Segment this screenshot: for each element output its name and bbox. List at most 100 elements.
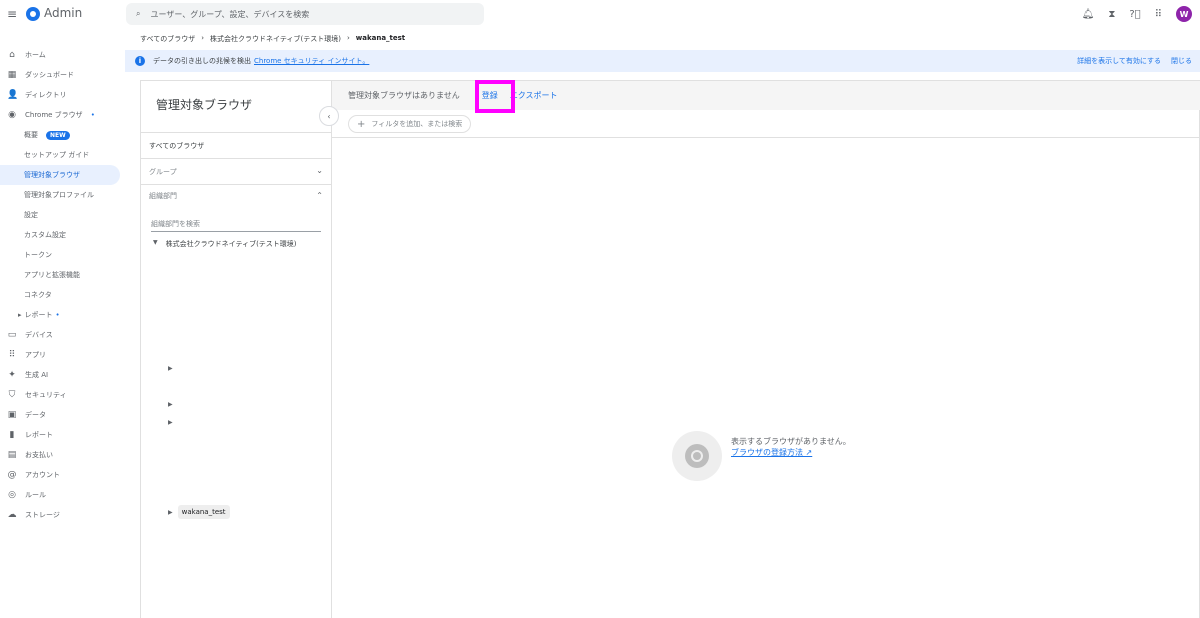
sidebar-item[interactable]: ⠿ アプリ <box>0 345 120 365</box>
sidebar-item[interactable]: ▸ レポート • <box>0 305 120 325</box>
caret-down-icon[interactable]: ▼ <box>153 239 158 249</box>
sidebar-item-label: データ <box>25 411 46 419</box>
sidebar-item[interactable]: ⛉ セキュリティ <box>0 385 120 405</box>
sidebar-item-label: セキュリティ <box>25 391 67 399</box>
highlight-box <box>475 80 515 113</box>
sidebar-item[interactable]: ✦ 生成 AI <box>0 365 120 385</box>
chrome-icon <box>672 431 722 481</box>
sidebar-icon: ▣ <box>7 410 17 420</box>
breadcrumb: すべてのブラウザ › 株式会社クラウドネイティブ(テスト環境) › wakana_t… <box>140 34 406 44</box>
breadcrumb-current: wakana_test <box>355 34 406 42</box>
sidebar-item-label: 生成 AI <box>25 371 49 379</box>
sidebar-item[interactable]: ▮ レポート <box>0 425 120 445</box>
breadcrumb-item[interactable]: すべてのブラウザ <box>140 34 195 44</box>
search-placeholder: ユーザー、グループ、設定、デバイスを検索 <box>150 9 310 19</box>
sidebar-icon: ⌂ <box>9 50 15 60</box>
groups-section[interactable]: グループ <box>149 167 177 177</box>
collapse-panel-button[interactable]: ‹ <box>319 106 339 126</box>
sidebar-item[interactable]: 管理対象プロファイル <box>0 185 120 205</box>
filter-input[interactable]: + フィルタを追加、または検索 <box>348 115 472 133</box>
caret-right-icon[interactable]: ▶ <box>168 401 173 408</box>
new-badge: NEW <box>46 130 70 140</box>
export-button[interactable]: エクスポート <box>510 90 558 101</box>
menu-icon[interactable]: ≡ <box>7 7 17 21</box>
selected-node-label: wakana_test <box>177 505 230 519</box>
sidebar-item[interactable]: ▦ ダッシュボード <box>0 65 120 85</box>
sidebar-item[interactable]: ◉ Chrome ブラウザ • <box>0 105 120 125</box>
app-title[interactable]: Admin <box>44 6 82 20</box>
sidebar-icon: ☁ <box>7 510 17 520</box>
sidebar-item-label: アプリ <box>25 351 46 359</box>
hourglass-icon[interactable]: ⧗ <box>1108 9 1115 20</box>
sidebar-icon: @ <box>7 470 17 480</box>
sidebar-item-label: ディレクトリ <box>25 91 67 99</box>
banner-details-button[interactable]: 詳細を表示して有効にする <box>1077 56 1161 66</box>
apps-grid-icon[interactable]: ⠿ <box>1155 9 1162 20</box>
sidebar-item[interactable]: アプリと拡張機能 <box>0 265 120 285</box>
panel-title: 管理対象ブラウザ <box>156 98 253 112</box>
caret-right-icon[interactable]: ▸ <box>18 311 22 319</box>
results-header: 管理対象ブラウザはありません 登録 エクスポート <box>332 81 1200 110</box>
empty-state: 表示するブラウザがありません。 ブラウザの登録方法 ↗ <box>672 431 856 481</box>
sidebar-item[interactable]: 概要 NEW <box>0 125 120 145</box>
chevron-up-icon[interactable]: ⌃ <box>316 191 323 200</box>
sidebar-item[interactable]: ◎ ルール <box>0 485 120 505</box>
caret-right-icon[interactable]: ▶ <box>168 365 173 372</box>
sidebar-item[interactable]: カスタム設定 <box>0 225 120 245</box>
sidebar-item-label: アカウント <box>25 471 60 479</box>
sidebar-icon: ▦ <box>7 70 17 80</box>
info-icon: i <box>135 56 145 66</box>
sidebar-item[interactable]: トークン <box>0 245 120 265</box>
help-icon[interactable]: ?⃝ <box>1129 9 1140 20</box>
dot-indicator: • <box>90 111 95 119</box>
sidebar-item-label: アプリと拡張機能 <box>24 271 80 279</box>
tree-root[interactable]: ▼ 株式会社クラウドネイティブ(テスト環境) <box>153 239 297 249</box>
sidebar-item[interactable]: ⌂ ホーム <box>0 45 120 65</box>
banner-link[interactable]: Chrome セキュリティ インサイト。 <box>254 56 369 66</box>
sidebar-icon: ▤ <box>7 450 17 460</box>
register-help-link[interactable]: ブラウザの登録方法 ↗ <box>731 448 812 457</box>
sidebar-icon: ⠿ <box>8 350 16 360</box>
sidebar-item[interactable]: 👤 ディレクトリ <box>0 85 120 105</box>
sidebar-item[interactable]: セットアップ ガイド <box>0 145 120 165</box>
avatar[interactable]: W <box>1176 6 1192 22</box>
sidebar-item[interactable]: ▭ デバイス <box>0 325 120 345</box>
sidebar-item-label: 管理対象ブラウザ <box>24 171 80 179</box>
sidebar-item[interactable]: @ アカウント <box>0 465 120 485</box>
sidebar-item[interactable]: ▣ データ <box>0 405 120 425</box>
sidebar-icon: ⛉ <box>8 390 16 400</box>
sidebar-item-label: レポート <box>24 311 53 319</box>
sidebar-item-label: レポート <box>25 431 53 439</box>
sidebar-item-label: ホーム <box>25 51 46 59</box>
empty-text: 表示するブラウザがありません。 <box>731 437 851 446</box>
all-browsers-item[interactable]: すべてのブラウザ <box>149 141 204 151</box>
sidebar-item[interactable]: ☁ ストレージ <box>0 505 120 525</box>
search-input[interactable]: ⌕ ユーザー、グループ、設定、デバイスを検索 <box>126 3 484 25</box>
sidebar-item-label: Chrome ブラウザ <box>25 111 83 119</box>
sidebar-item[interactable]: 管理対象ブラウザ <box>0 165 120 185</box>
sidebar-item[interactable]: ▤ お支払い <box>0 445 120 465</box>
bell-icon[interactable]: 🔔︎ <box>1082 9 1095 20</box>
sidebar-icon: ◉ <box>8 110 16 120</box>
sidebar-item-label: 設定 <box>24 211 38 219</box>
sidebar-icon: ▮ <box>9 430 15 440</box>
breadcrumb-item[interactable]: 株式会社クラウドネイティブ(テスト環境) <box>210 34 341 44</box>
dot-indicator: • <box>55 311 60 319</box>
admin-logo-icon[interactable] <box>26 7 40 21</box>
filter-placeholder: フィルタを追加、または検索 <box>371 120 463 128</box>
banner-close-button[interactable]: 閉じる <box>1171 56 1192 66</box>
sidebar-item[interactable]: 設定 <box>0 205 120 225</box>
sidebar-item-label: 管理対象プロファイル <box>24 191 94 199</box>
sidebar-item-label: トークン <box>24 251 52 259</box>
status-text: 管理対象ブラウザはありません <box>348 91 460 100</box>
org-search-input[interactable]: 組織部門を検索 <box>151 219 321 232</box>
caret-right-icon[interactable]: ▶ <box>168 419 173 426</box>
chevron-down-icon[interactable]: ⌄ <box>316 166 323 175</box>
sidebar-item[interactable]: コネクタ <box>0 285 120 305</box>
tree-node-selected[interactable]: ▶ wakana_test <box>168 505 230 519</box>
info-banner: i データの引き出しの兆候を検出 Chrome セキュリティ インサイト。 詳細… <box>125 50 1200 72</box>
banner-text: データの引き出しの兆候を検出 <box>153 57 251 65</box>
caret-right-icon[interactable]: ▶ <box>168 509 173 516</box>
org-panel: 管理対象ブラウザ すべてのブラウザ グループ ⌄ 組織部門 ⌃ 組織部門を検索 … <box>141 81 332 618</box>
org-section[interactable]: 組織部門 <box>149 191 177 201</box>
